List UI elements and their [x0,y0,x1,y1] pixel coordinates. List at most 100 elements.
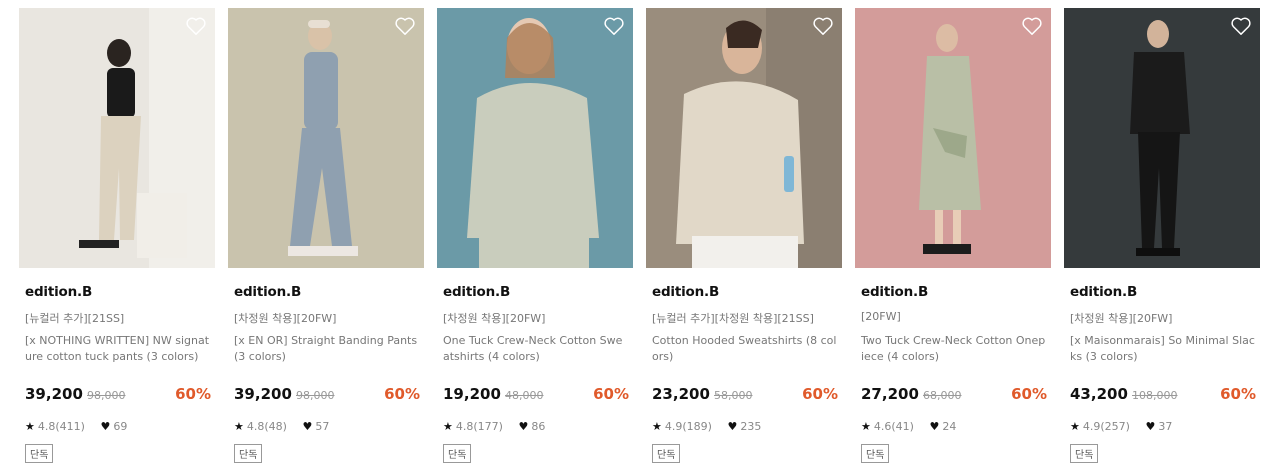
discount-rate: 60% [593,385,629,403]
heart-filled-icon: ♥ [302,420,313,433]
brand-name[interactable]: edition.B [443,284,510,300]
product-name[interactable]: One Tuck Crew-Neck Cotton Sweatshirts (4… [443,333,629,365]
product-name[interactable]: [x Maisonmarais] So Minimal Slacks (3 co… [1070,333,1256,365]
brand-name[interactable]: edition.B [861,284,928,300]
original-price: 48,000 [505,389,544,402]
star-icon: ★ [861,420,871,433]
model-shoes [1136,248,1180,256]
star-icon: ★ [443,420,453,433]
product-image[interactable] [437,8,633,268]
heart-filled-icon: ♥ [1145,420,1156,433]
heart-filled-icon: ♥ [929,420,940,433]
rating: 4.9(189) [664,420,712,433]
product-card[interactable]: edition.B [뉴컬러 추가][21SS] [x NOTHING WRIT… [19,8,215,468]
product-card[interactable]: edition.B [뉴컬러 추가][차정원 착용][21SS] Cotton … [646,8,842,468]
original-price: 68,000 [923,389,962,402]
brand-name[interactable]: edition.B [25,284,92,300]
discount-rate: 60% [1220,385,1256,403]
product-tag: [뉴컬러 추가][21SS] [25,312,125,325]
heart-outline-icon[interactable] [812,16,834,36]
rating: 4.9(257) [1082,420,1130,433]
brand-name[interactable]: edition.B [234,284,301,300]
rating: 4.8(48) [246,420,287,433]
price-row: 39,200 98,000 60% [234,385,420,407]
rating: 4.6(41) [873,420,914,433]
product-meta: ★ 4.6(41) ♥ 24 [861,420,956,436]
product-card[interactable]: edition.B [20FW] Two Tuck Crew-Neck Cott… [855,8,1051,468]
model-shoes [288,246,358,256]
exclusive-badge: 단독 [25,444,54,463]
sale-price: 43,200 [1070,385,1128,403]
brand-name[interactable]: edition.B [1070,284,1137,300]
original-price: 58,000 [714,389,753,402]
price-row: 39,200 98,000 60% [25,385,211,407]
exclusive-badge: 단독 [1070,444,1099,463]
model-cap [308,20,330,28]
model-bottom [479,214,589,268]
exclusive-badge: 단독 [234,444,263,463]
heart-outline-icon[interactable] [185,16,207,36]
model-head [107,39,131,67]
product-name[interactable]: [x NOTHING WRITTEN] NW signature cotton … [25,333,211,365]
product-photo [437,8,633,268]
sale-price: 19,200 [443,385,501,403]
product-meta: ★ 4.8(177) ♥ 86 [443,420,545,436]
product-meta: ★ 4.8(48) ♥ 57 [234,420,329,436]
product-photo [646,8,842,268]
like-count: 57 [315,420,330,433]
product-name[interactable]: Two Tuck Crew-Neck Cotton Onepiece (4 co… [861,333,1047,365]
product-tag: [뉴컬러 추가][차정원 착용][21SS] [652,312,814,325]
star-icon: ★ [1070,420,1080,433]
price-row: 23,200 58,000 60% [652,385,838,407]
heart-outline-icon[interactable] [394,16,416,36]
model-legs [935,210,943,244]
exclusive-badge: 단독 [861,444,890,463]
like-count: 235 [740,420,762,433]
discount-rate: 60% [802,385,838,403]
model-top [107,68,135,118]
product-image[interactable] [19,8,215,268]
product-image[interactable] [646,8,842,268]
original-price: 108,000 [1132,389,1178,402]
heart-filled-icon: ♥ [727,420,738,433]
product-card[interactable]: edition.B [차정원 착용][20FW] [x EN OR] Strai… [228,8,424,468]
model-legs [953,210,961,244]
product-image[interactable] [855,8,1051,268]
product-card[interactable]: edition.B [차정원 착용][20FW] [x Maisonmarais… [1064,8,1260,468]
heart-outline-icon[interactable] [1230,16,1252,36]
product-meta: ★ 4.9(189) ♥ 235 [652,420,761,436]
exclusive-badge: 단독 [443,444,472,463]
heart-outline-icon[interactable] [603,16,625,36]
product-name[interactable]: Cotton Hooded Sweatshirts (8 colors) [652,333,838,365]
discount-rate: 60% [175,385,211,403]
product-tag: [차정원 착용][20FW] [234,312,337,325]
model-shoes [923,244,971,254]
star-icon: ★ [234,420,244,433]
model-bottom [99,116,141,240]
model-top [304,52,338,130]
product-tag: [차정원 착용][20FW] [443,312,546,325]
like-count: 69 [113,420,128,433]
water-bottle [784,156,794,192]
model-top [1130,52,1190,134]
star-icon: ★ [652,420,662,433]
star-icon: ★ [25,420,35,433]
product-name[interactable]: [x EN OR] Straight Banding Pants (3 colo… [234,333,420,365]
exclusive-badge: 단독 [652,444,681,463]
brand-name[interactable]: edition.B [652,284,719,300]
product-image[interactable] [1064,8,1260,268]
heart-filled-icon: ♥ [100,420,111,433]
heart-filled-icon: ♥ [518,420,529,433]
heart-outline-icon[interactable] [1021,16,1043,36]
rating: 4.8(411) [37,420,85,433]
price-row: 19,200 48,000 60% [443,385,629,407]
model-head [936,24,958,52]
product-meta: ★ 4.9(257) ♥ 37 [1070,420,1172,436]
original-price: 98,000 [296,389,335,402]
product-image[interactable] [228,8,424,268]
like-count: 37 [1158,420,1173,433]
sale-price: 27,200 [861,385,919,403]
product-tag: [차정원 착용][20FW] [1070,312,1173,325]
photo-pedestal [137,193,187,258]
product-card[interactable]: edition.B [차정원 착용][20FW] One Tuck Crew-N… [437,8,633,468]
